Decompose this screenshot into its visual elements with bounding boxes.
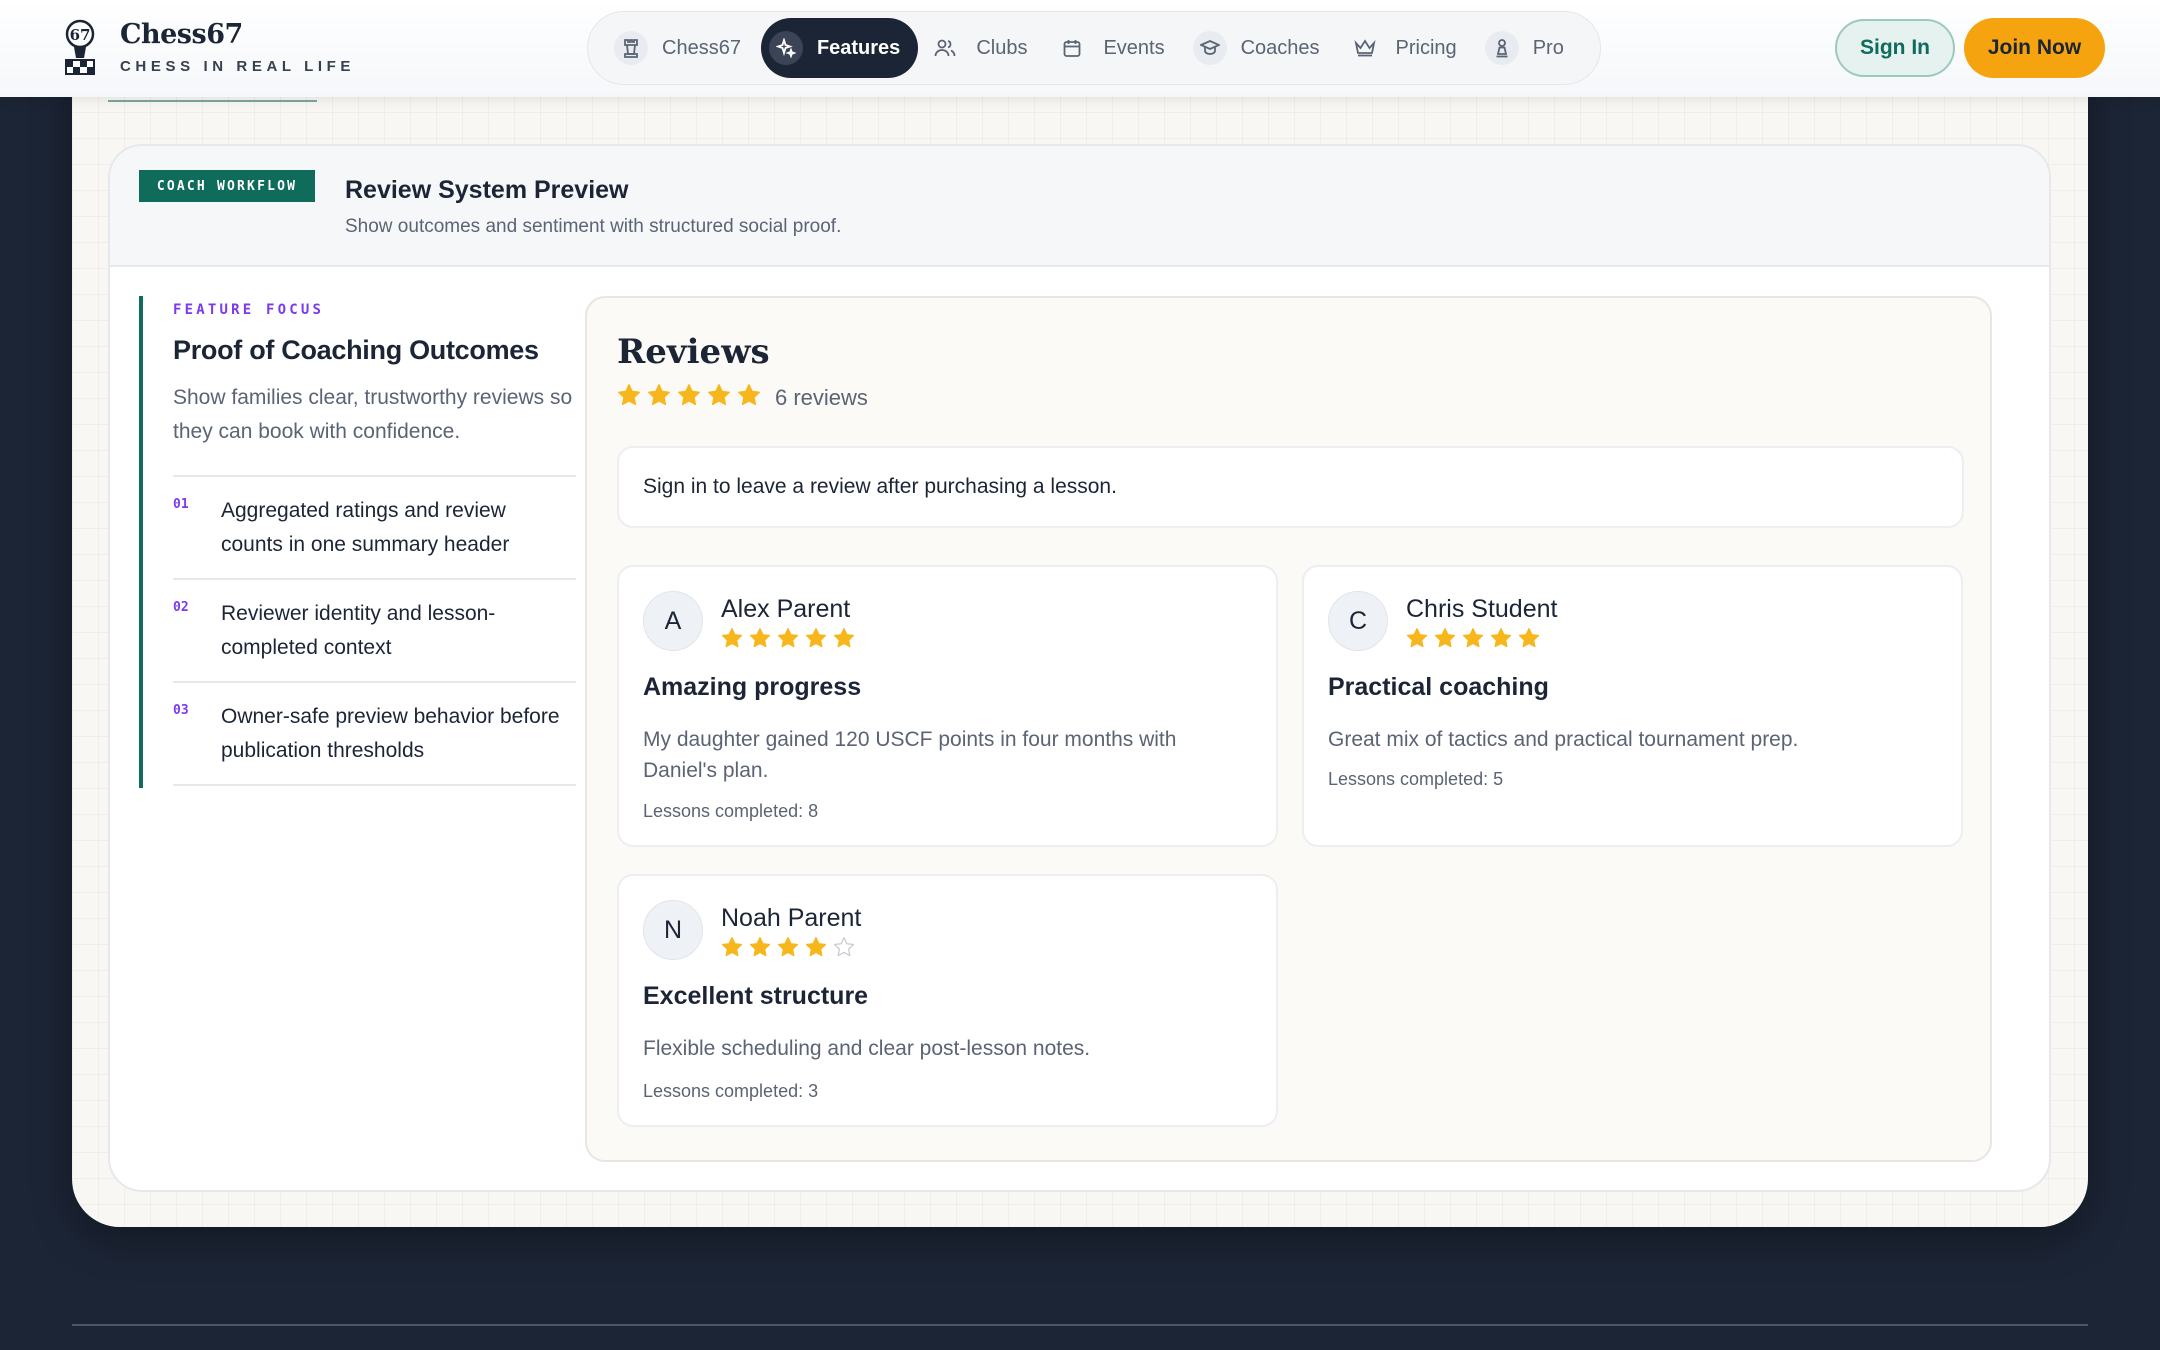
workflow-badge: COACH WORKFLOW bbox=[139, 170, 315, 202]
review-title: Practical coaching bbox=[1328, 673, 1549, 701]
rating-summary: 6 reviews bbox=[617, 383, 868, 412]
nav-label: Coaches bbox=[1240, 36, 1320, 59]
review-system-section: COACH WORKFLOW Review System Preview Sho… bbox=[108, 144, 2051, 1192]
avatar: C bbox=[1328, 591, 1388, 651]
nav-label: Chess67 bbox=[662, 36, 741, 59]
focus-item-text: Aggregated ratings and review counts in … bbox=[221, 499, 510, 556]
footer-divider bbox=[72, 1324, 2088, 1326]
nav-item-clubs[interactable]: Clubs bbox=[920, 18, 1045, 78]
star-filled-icon bbox=[777, 627, 799, 654]
review-body: My daughter gained 120 USCF points in fo… bbox=[643, 728, 1177, 782]
brand[interactable]: 67 Chess67 CHESS IN REAL LIFE bbox=[56, 18, 355, 76]
star-filled-icon bbox=[1406, 627, 1428, 654]
review-card: A Alex Parent Amazing progress My daught… bbox=[617, 565, 1278, 847]
lessons-completed: Lessons completed: 5 bbox=[1328, 769, 1504, 789]
feature-focus: FEATURE FOCUS Proof of Coaching Outcomes… bbox=[139, 296, 576, 788]
brand-name: Chess67 bbox=[120, 19, 243, 50]
star-empty-icon bbox=[833, 936, 855, 963]
review-body: Flexible scheduling and clear post-lesso… bbox=[643, 1037, 1091, 1060]
nav-label: Features bbox=[816, 36, 901, 59]
star-filled-icon bbox=[1462, 627, 1484, 654]
nav-label: Events bbox=[1103, 36, 1165, 59]
focus-item: 03 Owner-safe preview behavior before pu… bbox=[173, 683, 576, 786]
star-filled-icon bbox=[833, 627, 855, 654]
review-card: C Chris Student Practical coaching Great… bbox=[1302, 565, 1963, 847]
nav-label: Pro bbox=[1532, 36, 1564, 59]
focus-item-text: Reviewer identity and lesson-completed c… bbox=[221, 602, 496, 659]
nav-item-pricing[interactable]: Pricing bbox=[1340, 18, 1475, 78]
star-filled-icon bbox=[617, 383, 641, 412]
pawn-67-logo-icon: 67 bbox=[56, 18, 104, 76]
reviewer-name: Noah Parent bbox=[721, 904, 862, 932]
star-filled-icon bbox=[805, 627, 827, 654]
star-filled-icon bbox=[1434, 627, 1456, 654]
rating-stars bbox=[617, 383, 767, 412]
nav-item-events[interactable]: Events bbox=[1047, 18, 1182, 78]
nav-item-chess67[interactable]: Chess67 bbox=[606, 18, 759, 78]
star-filled-icon bbox=[805, 936, 827, 963]
brand-tagline: CHESS IN REAL LIFE bbox=[120, 58, 356, 75]
review-stars bbox=[721, 936, 861, 963]
focus-item: 02 Reviewer identity and lesson-complete… bbox=[173, 580, 576, 683]
section-title: Review System Preview bbox=[345, 176, 629, 204]
users-icon bbox=[928, 31, 962, 65]
main-nav: Chess67 Features Clubs Events Coaches Pr… bbox=[587, 11, 1601, 85]
graduation-cap-icon bbox=[1192, 31, 1227, 65]
review-card: N Noah Parent Excellent structure Flexib… bbox=[617, 874, 1278, 1127]
top-navbar: 67 Chess67 CHESS IN REAL LIFE Chess67 Fe… bbox=[0, 0, 2160, 97]
focus-list: 01 Aggregated ratings and review counts … bbox=[173, 475, 576, 786]
review-title: Excellent structure bbox=[643, 982, 869, 1010]
sign-in-button[interactable]: Sign In bbox=[1835, 19, 1955, 77]
sign-in-note: Sign in to leave a review after purchasi… bbox=[617, 446, 1964, 528]
reviewer-name: Alex Parent bbox=[721, 595, 851, 623]
focus-kicker: FEATURE FOCUS bbox=[173, 302, 325, 318]
reviews-panel: Reviews 6 reviews Sign in to leave a rev… bbox=[585, 296, 1992, 1162]
star-filled-icon bbox=[749, 627, 771, 654]
nav-label: Clubs bbox=[976, 36, 1028, 59]
lessons-completed: Lessons completed: 8 bbox=[643, 801, 819, 821]
review-count: 6 reviews bbox=[775, 384, 868, 410]
review-title: Amazing progress bbox=[643, 673, 862, 701]
lessons-completed: Lessons completed: 3 bbox=[643, 1081, 819, 1101]
star-filled-icon bbox=[737, 383, 761, 412]
focus-item-number: 02 bbox=[173, 600, 189, 615]
review-stars bbox=[721, 627, 861, 654]
review-body: Great mix of tactics and practical tourn… bbox=[1328, 728, 1799, 751]
nav-label: Pricing bbox=[1395, 36, 1457, 59]
pawn-icon bbox=[1484, 31, 1519, 65]
star-filled-icon bbox=[707, 383, 731, 412]
rook-icon bbox=[614, 31, 648, 65]
review-stars bbox=[1406, 627, 1546, 654]
star-filled-icon bbox=[1518, 627, 1540, 654]
sparkles-icon bbox=[768, 31, 803, 65]
star-filled-icon bbox=[1490, 627, 1512, 654]
star-filled-icon bbox=[721, 627, 743, 654]
focus-title: Proof of Coaching Outcomes bbox=[173, 335, 539, 365]
nav-item-pro[interactable]: Pro bbox=[1477, 18, 1582, 78]
join-now-button[interactable]: Join Now bbox=[1964, 18, 2105, 78]
focus-item: 01 Aggregated ratings and review counts … bbox=[173, 477, 576, 580]
section-subtitle: Show outcomes and sentiment with structu… bbox=[345, 216, 842, 237]
avatar: A bbox=[643, 591, 703, 651]
reviewer-name: Chris Student bbox=[1406, 595, 1558, 623]
star-filled-icon bbox=[749, 936, 771, 963]
focus-item-text: Owner-safe preview behavior before publi… bbox=[221, 705, 560, 762]
focus-item-number: 01 bbox=[173, 497, 189, 512]
reviews-title: Reviews bbox=[617, 332, 770, 372]
star-filled-icon bbox=[677, 383, 701, 412]
nav-item-features[interactable]: Features bbox=[760, 18, 919, 78]
star-filled-icon bbox=[777, 936, 799, 963]
section-header: COACH WORKFLOW Review System Preview Sho… bbox=[110, 146, 2049, 267]
star-filled-icon bbox=[647, 383, 671, 412]
feature-card: Show three highlights ⌄ COACH WORKFLOW R… bbox=[72, 60, 2088, 1227]
svg-text:67: 67 bbox=[70, 26, 91, 44]
calendar-icon bbox=[1055, 31, 1089, 65]
crown-icon bbox=[1348, 31, 1382, 65]
avatar: N bbox=[643, 900, 703, 960]
focus-item-number: 03 bbox=[173, 703, 189, 718]
focus-description: Show families clear, trustworthy reviews… bbox=[173, 386, 573, 443]
star-filled-icon bbox=[721, 936, 743, 963]
nav-item-coaches[interactable]: Coaches bbox=[1185, 18, 1338, 78]
